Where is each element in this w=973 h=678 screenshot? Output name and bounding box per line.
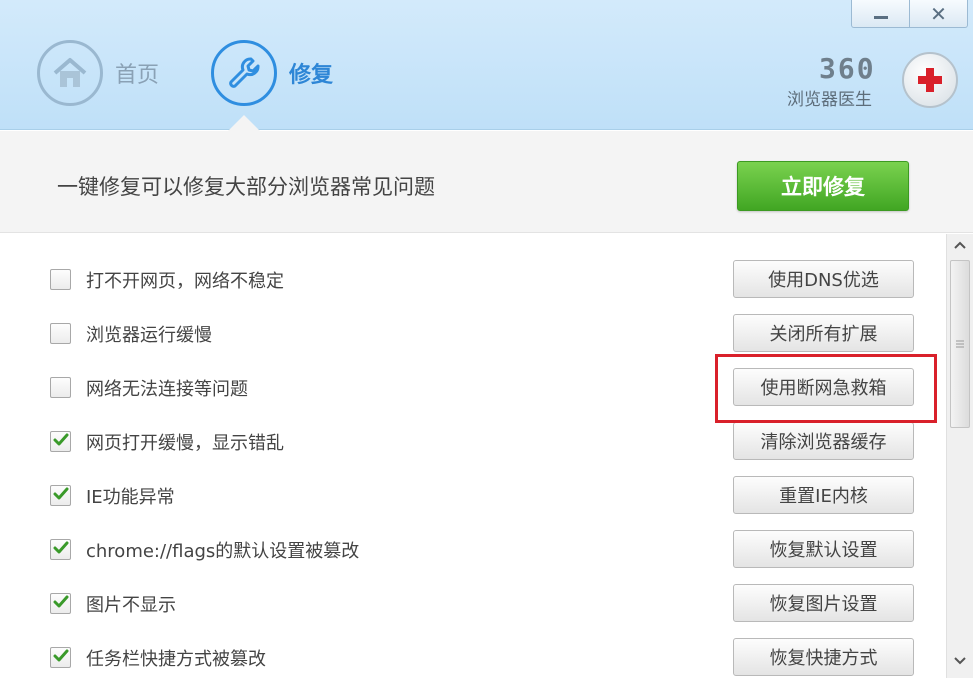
check-icon bbox=[53, 486, 69, 505]
list-item: 网页打开缓慢，显示错乱 清除浏览器缓存 bbox=[0, 417, 946, 471]
banner-text: 一键修复可以修复大部分浏览器常见问题 bbox=[57, 175, 435, 199]
app-header: ✕ 首页 修复 360 浏览器医生 bbox=[0, 0, 973, 131]
item-checkbox[interactable] bbox=[50, 647, 71, 668]
tab-home-label: 首页 bbox=[115, 63, 160, 88]
item-checkbox[interactable] bbox=[50, 377, 71, 398]
item-action-button[interactable]: 恢复快捷方式 bbox=[733, 638, 914, 676]
item-label: 任务栏快捷方式被篡改 bbox=[86, 649, 266, 670]
item-action-button[interactable]: 关闭所有扩展 bbox=[733, 314, 914, 352]
list-item: chrome://flags的默认设置被篡改 恢复默认设置 bbox=[0, 525, 946, 579]
item-label: 网络无法连接等问题 bbox=[86, 379, 248, 400]
item-label: 网页打开缓慢，显示错乱 bbox=[86, 433, 284, 454]
window-controls: ✕ bbox=[851, 0, 968, 28]
item-action-button[interactable]: 恢复默认设置 bbox=[733, 530, 914, 568]
item-label: 浏览器运行缓慢 bbox=[86, 325, 212, 346]
list-scrollbar[interactable] bbox=[946, 234, 973, 678]
list-item: 任务栏快捷方式被篡改 恢复快捷方式 bbox=[0, 633, 946, 678]
check-icon bbox=[53, 594, 69, 613]
item-checkbox[interactable] bbox=[50, 539, 71, 560]
item-checkbox[interactable] bbox=[50, 485, 71, 506]
problem-list: 打不开网页，网络不稳定 使用DNS优选 浏览器运行缓慢 关闭所有扩展 网络无法连… bbox=[0, 234, 946, 678]
check-icon bbox=[53, 540, 69, 559]
brand: 360 浏览器医生 bbox=[787, 52, 967, 112]
grip-icon bbox=[956, 340, 964, 348]
minimize-icon bbox=[873, 16, 888, 19]
list-item: 打不开网页，网络不稳定 使用DNS优选 bbox=[0, 255, 946, 309]
close-button[interactable]: ✕ bbox=[909, 0, 967, 27]
scroll-up-button[interactable] bbox=[947, 234, 973, 256]
highlight-box bbox=[715, 354, 937, 423]
tab-repair[interactable]: 修复 bbox=[211, 40, 333, 106]
chevron-up-icon bbox=[954, 241, 966, 249]
brand-subtitle: 浏览器医生 bbox=[787, 90, 872, 110]
item-label: IE功能异常 bbox=[86, 487, 175, 508]
medical-cross-icon bbox=[902, 52, 958, 108]
tab-repair-label: 修复 bbox=[289, 63, 334, 88]
check-icon bbox=[53, 648, 69, 667]
tab-home[interactable]: 首页 bbox=[37, 40, 159, 106]
item-checkbox[interactable] bbox=[50, 323, 71, 344]
check-icon bbox=[53, 432, 69, 451]
minimize-button[interactable] bbox=[852, 0, 909, 27]
chevron-down-icon bbox=[954, 657, 966, 665]
item-action-button[interactable]: 恢复图片设置 bbox=[733, 584, 914, 622]
scroll-thumb[interactable] bbox=[950, 260, 970, 428]
item-checkbox[interactable] bbox=[50, 593, 71, 614]
item-action-button[interactable]: 使用DNS优选 bbox=[733, 260, 914, 298]
home-icon bbox=[37, 40, 103, 106]
item-action-button[interactable]: 清除浏览器缓存 bbox=[733, 422, 914, 460]
active-tab-pointer bbox=[228, 115, 260, 131]
scroll-down-button[interactable] bbox=[947, 650, 973, 672]
repair-now-button[interactable]: 立即修复 bbox=[737, 161, 909, 211]
item-checkbox[interactable] bbox=[50, 269, 71, 290]
item-label: chrome://flags的默认设置被篡改 bbox=[86, 541, 360, 562]
repair-banner: 一键修复可以修复大部分浏览器常见问题 立即修复 bbox=[0, 131, 973, 233]
close-icon: ✕ bbox=[930, 1, 947, 26]
list-item: 图片不显示 恢复图片设置 bbox=[0, 579, 946, 633]
item-checkbox[interactable] bbox=[50, 431, 71, 452]
list-item: IE功能异常 重置IE内核 bbox=[0, 471, 946, 525]
item-label: 打不开网页，网络不稳定 bbox=[86, 271, 284, 292]
item-label: 图片不显示 bbox=[86, 595, 176, 616]
brand-name: 360 bbox=[819, 52, 876, 85]
item-action-button[interactable]: 重置IE内核 bbox=[733, 476, 914, 514]
wrench-icon bbox=[211, 40, 277, 106]
